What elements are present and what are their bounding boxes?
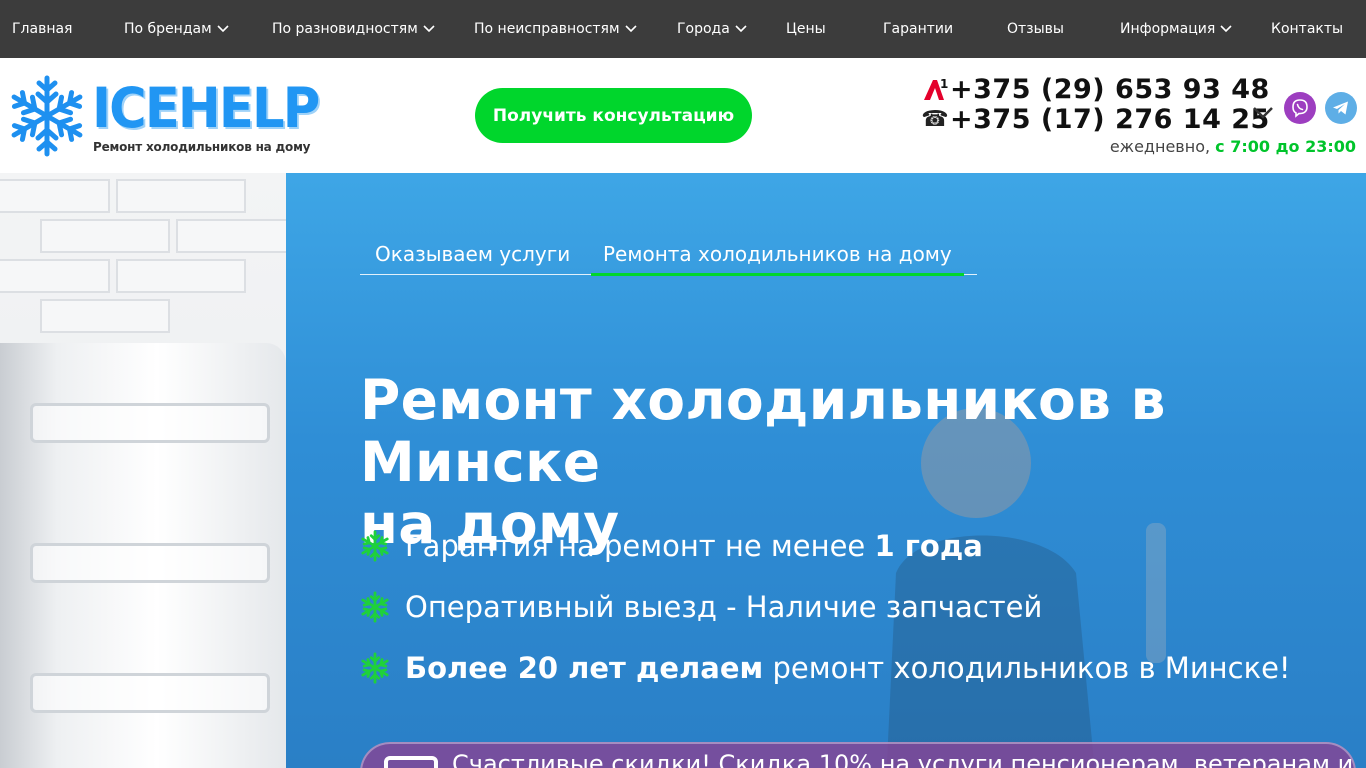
feature-text: Гарантия на ремонт не менее 1 года	[405, 529, 983, 563]
fridge-background-image	[0, 173, 286, 768]
feature-text-bold: Более 20 лет делаем	[405, 651, 764, 685]
nav-item-types[interactable]: По разновидностям	[272, 0, 435, 58]
chevron-down-icon[interactable]	[1252, 106, 1274, 120]
hours-value: с 7:00 до 23:00	[1215, 137, 1356, 156]
phone-number-mobile[interactable]: +375 (29) 653 93 48	[950, 74, 1270, 105]
feature-text: Более 20 лет делаем ремонт холодильников…	[405, 651, 1291, 685]
promo-text: Счастливые скидки! Скидка 10% на услуги …	[452, 750, 1354, 768]
chevron-down-icon	[423, 25, 435, 33]
feature-text-regular: Гарантия на ремонт не менее	[405, 529, 875, 563]
tab-services[interactable]: Оказываем услуги	[375, 233, 570, 275]
snowflake-bullet-icon	[360, 591, 390, 623]
feature-text: Оперативный выезд - Наличие запчастей	[405, 590, 1043, 624]
nav-item-label: Контакты	[1271, 21, 1344, 37]
nav-item-faults[interactable]: По неисправностям	[474, 0, 637, 58]
working-hours: ежедневно, с 7:00 до 23:00	[1110, 137, 1356, 156]
top-navigation: Главная По брендам По разновидностям По …	[0, 0, 1366, 58]
fridge-door-image	[0, 343, 286, 768]
nav-item-label: По неисправностям	[474, 21, 620, 37]
hero-tabs: Оказываем услуги Ремонта холодильников н…	[360, 233, 977, 277]
discount-card-icon	[384, 756, 438, 768]
get-consultation-button[interactable]: Получить консультацию	[475, 88, 752, 143]
tab-active-indicator	[591, 273, 964, 276]
nav-item-label: Цены	[786, 21, 826, 37]
feature-item-guarantee: Гарантия на ремонт не менее 1 года	[360, 526, 983, 566]
snowflake-bullet-icon	[360, 530, 390, 562]
logo-wordmark: ICEHELP	[92, 76, 320, 140]
nav-item-label: Информация	[1120, 21, 1216, 37]
viber-icon[interactable]	[1284, 92, 1316, 124]
phone-row-landline: ☎ +375 (17) 276 14 25	[920, 104, 1270, 135]
nav-item-guarantees[interactable]: Гарантии	[883, 0, 953, 58]
nav-item-label: Отзывы	[1007, 21, 1064, 37]
nav-item-reviews[interactable]: Отзывы	[1007, 0, 1064, 58]
snowflake-bullet-icon	[360, 652, 390, 684]
phone-number-landline[interactable]: +375 (17) 276 14 25	[950, 104, 1270, 135]
snowflake-logo-icon	[10, 75, 84, 158]
hours-prefix: ежедневно,	[1109, 137, 1211, 156]
nav-item-contacts[interactable]: Контакты	[1271, 0, 1343, 58]
hero-section: Оказываем услуги Ремонта холодильников н…	[0, 173, 1366, 768]
chevron-down-icon	[217, 25, 229, 33]
nav-item-label: Гарантии	[883, 21, 954, 37]
feature-text-bold: 1 года	[874, 529, 983, 563]
telegram-icon[interactable]	[1325, 92, 1357, 124]
site-header: ICEHELP Ремонт холодильников на дому Пол…	[0, 58, 1366, 173]
feature-item-experience: Более 20 лет делаем ремонт холодильников…	[360, 648, 1291, 688]
tab-home-repair[interactable]: Ремонта холодильников на дому	[603, 233, 952, 275]
nav-item-brands[interactable]: По брендам	[124, 0, 229, 58]
feature-text-regular: ремонт холодильников в Минске!	[763, 651, 1291, 685]
nav-item-prices[interactable]: Цены	[786, 0, 826, 58]
promo-banner[interactable]: Счастливые скидки! Скидка 10% на услуги …	[360, 742, 1356, 768]
nav-item-label: По разновидностям	[272, 21, 418, 37]
a1-logo-icon: 1	[920, 76, 950, 102]
nav-item-label: Города	[677, 21, 730, 37]
chevron-down-icon	[1220, 25, 1232, 33]
chevron-down-icon	[735, 25, 747, 33]
nav-item-info[interactable]: Информация	[1120, 0, 1232, 58]
nav-item-label: По брендам	[124, 21, 212, 37]
nav-item-home[interactable]: Главная	[12, 0, 72, 58]
feature-item-fast-visit: Оперативный выезд - Наличие запчастей	[360, 587, 1042, 627]
chevron-down-icon	[624, 25, 637, 33]
telephone-icon: ☎	[921, 106, 949, 132]
logo-subtitle: Ремонт холодильников на дому	[93, 140, 311, 154]
phone-row-a1: 1 +375 (29) 653 93 48	[920, 74, 1270, 105]
nav-item-cities[interactable]: Города	[677, 0, 747, 58]
svg-text:1: 1	[940, 77, 948, 91]
site-logo[interactable]: ICEHELP Ремонт холодильников на дому	[10, 74, 320, 158]
hero-title-line1: Ремонт холодильников в Минске	[360, 368, 1166, 494]
nav-item-label: Главная	[12, 21, 73, 37]
